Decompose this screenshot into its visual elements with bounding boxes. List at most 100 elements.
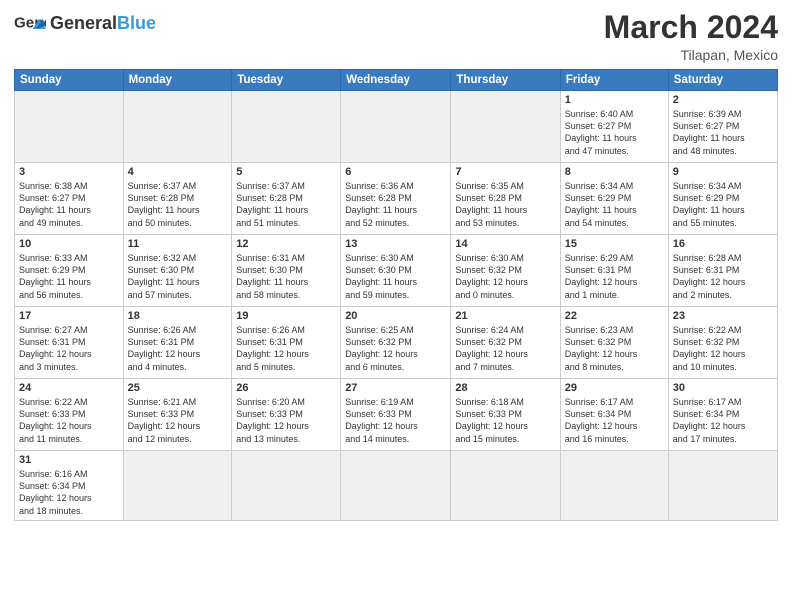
day-info: Sunrise: 6:26 AM Sunset: 6:31 PM Dayligh…	[236, 324, 336, 373]
calendar-cell: 17Sunrise: 6:27 AM Sunset: 6:31 PM Dayli…	[15, 307, 124, 379]
header: General GeneralBlue March 2024 Tilapan, …	[14, 10, 778, 63]
day-info: Sunrise: 6:37 AM Sunset: 6:28 PM Dayligh…	[236, 180, 336, 229]
day-number: 24	[19, 382, 119, 394]
calendar-cell	[123, 451, 232, 521]
logo-icon: General	[14, 10, 46, 38]
day-number: 18	[128, 310, 228, 322]
calendar-cell: 12 Sunrise: 6:31 AM Sunset: 6:30 PM Dayli…	[232, 235, 341, 307]
day-number: 28	[455, 382, 555, 394]
day-number: 20	[345, 310, 446, 322]
calendar-cell: 3 Sunrise: 6:38 AM Sunset: 6:27 PM Daylig…	[15, 163, 124, 235]
day-number: 10	[19, 238, 119, 250]
day-info: Sunrise: 6:34 AM Sunset: 6:29 PM Dayligh…	[673, 180, 773, 229]
calendar-cell	[560, 451, 668, 521]
calendar-cell	[341, 91, 451, 163]
day-info: Sunrise: 6:31 AM Sunset: 6:30 PM Dayligh…	[236, 252, 336, 301]
day-number: 3	[19, 166, 119, 178]
calendar-cell	[232, 91, 341, 163]
page: General GeneralBlue March 2024 Tilapan, …	[0, 0, 792, 612]
month-title: March 2024	[604, 10, 778, 45]
day-number: 6	[345, 166, 446, 178]
day-info: Sunrise: 6:23 AM Sunset: 6:32 PM Dayligh…	[565, 324, 664, 373]
subtitle: Tilapan, Mexico	[604, 47, 778, 63]
day-info: Sunrise: 6:36 AM Sunset: 6:28 PM Dayligh…	[345, 180, 446, 229]
day-info: Sunrise: 6:30 AM Sunset: 6:30 PM Dayligh…	[345, 252, 446, 301]
calendar-cell: 21 Sunrise: 6:24 AM Sunset: 6:32 PM Dayli…	[451, 307, 560, 379]
calendar-cell: 27 Sunrise: 6:19 AM Sunset: 6:33 PM Dayli…	[341, 379, 451, 451]
day-info: Sunrise: 6:30 AM Sunset: 6:32 PM Dayligh…	[455, 252, 555, 301]
day-info: Sunrise: 6:17 AM Sunset: 6:34 PM Dayligh…	[673, 396, 773, 445]
calendar-cell: 11Sunrise: 6:32 AM Sunset: 6:30 PM Dayli…	[123, 235, 232, 307]
calendar-cell: 10 Sunrise: 6:33 AM Sunset: 6:29 PM Dayli…	[15, 235, 124, 307]
day-number: 31	[19, 454, 119, 466]
day-number: 21	[455, 310, 555, 322]
calendar-cell: 2 Sunrise: 6:39 AM Sunset: 6:27 PM Daylig…	[668, 91, 777, 163]
calendar-cell: 5 Sunrise: 6:37 AM Sunset: 6:28 PM Daylig…	[232, 163, 341, 235]
day-number: 5	[236, 166, 336, 178]
day-number: 11	[128, 238, 228, 250]
day-info: Sunrise: 6:33 AM Sunset: 6:29 PM Dayligh…	[19, 252, 119, 301]
day-number: 4	[128, 166, 228, 178]
day-info: Sunrise: 6:19 AM Sunset: 6:33 PM Dayligh…	[345, 396, 446, 445]
day-info: Sunrise: 6:20 AM Sunset: 6:33 PM Dayligh…	[236, 396, 336, 445]
day-info: Sunrise: 6:28 AM Sunset: 6:31 PM Dayligh…	[673, 252, 773, 301]
day-info: Sunrise: 6:21 AM Sunset: 6:33 PM Dayligh…	[128, 396, 228, 445]
calendar-week-1: 3 Sunrise: 6:38 AM Sunset: 6:27 PM Daylig…	[15, 163, 778, 235]
day-number: 13	[345, 238, 446, 250]
calendar-cell	[451, 451, 560, 521]
calendar-cell: 24 Sunrise: 6:22 AM Sunset: 6:33 PM Dayli…	[15, 379, 124, 451]
calendar-cell	[668, 451, 777, 521]
calendar-cell: 20 Sunrise: 6:25 AM Sunset: 6:32 PM Dayli…	[341, 307, 451, 379]
calendar-week-2: 10 Sunrise: 6:33 AM Sunset: 6:29 PM Dayli…	[15, 235, 778, 307]
calendar-cell: 28 Sunrise: 6:18 AM Sunset: 6:33 PM Dayli…	[451, 379, 560, 451]
calendar-cell	[451, 91, 560, 163]
calendar-week-3: 17Sunrise: 6:27 AM Sunset: 6:31 PM Dayli…	[15, 307, 778, 379]
day-number: 1	[565, 94, 664, 106]
day-number: 14	[455, 238, 555, 250]
day-number: 27	[345, 382, 446, 394]
calendar-cell: 16 Sunrise: 6:28 AM Sunset: 6:31 PM Dayli…	[668, 235, 777, 307]
calendar-cell: 15Sunrise: 6:29 AM Sunset: 6:31 PM Dayli…	[560, 235, 668, 307]
day-number: 9	[673, 166, 773, 178]
day-info: Sunrise: 6:39 AM Sunset: 6:27 PM Dayligh…	[673, 108, 773, 157]
day-info: Sunrise: 6:18 AM Sunset: 6:33 PM Dayligh…	[455, 396, 555, 445]
day-info: Sunrise: 6:22 AM Sunset: 6:32 PM Dayligh…	[673, 324, 773, 373]
calendar-header-saturday: Saturday	[668, 70, 777, 91]
day-info: Sunrise: 6:25 AM Sunset: 6:32 PM Dayligh…	[345, 324, 446, 373]
calendar-cell	[232, 451, 341, 521]
calendar-cell: 8Sunrise: 6:34 AM Sunset: 6:29 PM Daylig…	[560, 163, 668, 235]
day-info: Sunrise: 6:24 AM Sunset: 6:32 PM Dayligh…	[455, 324, 555, 373]
calendar-header-friday: Friday	[560, 70, 668, 91]
day-number: 26	[236, 382, 336, 394]
calendar: SundayMondayTuesdayWednesdayThursdayFrid…	[14, 69, 778, 521]
day-info: Sunrise: 6:16 AM Sunset: 6:34 PM Dayligh…	[19, 468, 119, 517]
calendar-cell: 25 Sunrise: 6:21 AM Sunset: 6:33 PM Dayli…	[123, 379, 232, 451]
calendar-header-sunday: Sunday	[15, 70, 124, 91]
day-info: Sunrise: 6:26 AM Sunset: 6:31 PM Dayligh…	[128, 324, 228, 373]
day-number: 17	[19, 310, 119, 322]
day-info: Sunrise: 6:29 AM Sunset: 6:31 PM Dayligh…	[565, 252, 664, 301]
calendar-cell: 31 Sunrise: 6:16 AM Sunset: 6:34 PM Dayli…	[15, 451, 124, 521]
day-info: Sunrise: 6:37 AM Sunset: 6:28 PM Dayligh…	[128, 180, 228, 229]
day-number: 16	[673, 238, 773, 250]
day-number: 23	[673, 310, 773, 322]
calendar-cell: 4 Sunrise: 6:37 AM Sunset: 6:28 PM Daylig…	[123, 163, 232, 235]
calendar-cell: 23 Sunrise: 6:22 AM Sunset: 6:32 PM Dayli…	[668, 307, 777, 379]
logo-general-text: General	[50, 13, 117, 33]
day-number: 25	[128, 382, 228, 394]
calendar-cell: 9 Sunrise: 6:34 AM Sunset: 6:29 PM Daylig…	[668, 163, 777, 235]
calendar-header-row: SundayMondayTuesdayWednesdayThursdayFrid…	[15, 70, 778, 91]
calendar-cell	[341, 451, 451, 521]
calendar-cell: 14 Sunrise: 6:30 AM Sunset: 6:32 PM Dayli…	[451, 235, 560, 307]
day-number: 30	[673, 382, 773, 394]
day-info: Sunrise: 6:22 AM Sunset: 6:33 PM Dayligh…	[19, 396, 119, 445]
calendar-cell: 30 Sunrise: 6:17 AM Sunset: 6:34 PM Dayli…	[668, 379, 777, 451]
calendar-header-wednesday: Wednesday	[341, 70, 451, 91]
calendar-week-4: 24 Sunrise: 6:22 AM Sunset: 6:33 PM Dayli…	[15, 379, 778, 451]
day-number: 12	[236, 238, 336, 250]
day-number: 2	[673, 94, 773, 106]
calendar-cell: 22Sunrise: 6:23 AM Sunset: 6:32 PM Dayli…	[560, 307, 668, 379]
calendar-cell: 18 Sunrise: 6:26 AM Sunset: 6:31 PM Dayli…	[123, 307, 232, 379]
day-number: 8	[565, 166, 664, 178]
day-info: Sunrise: 6:38 AM Sunset: 6:27 PM Dayligh…	[19, 180, 119, 229]
